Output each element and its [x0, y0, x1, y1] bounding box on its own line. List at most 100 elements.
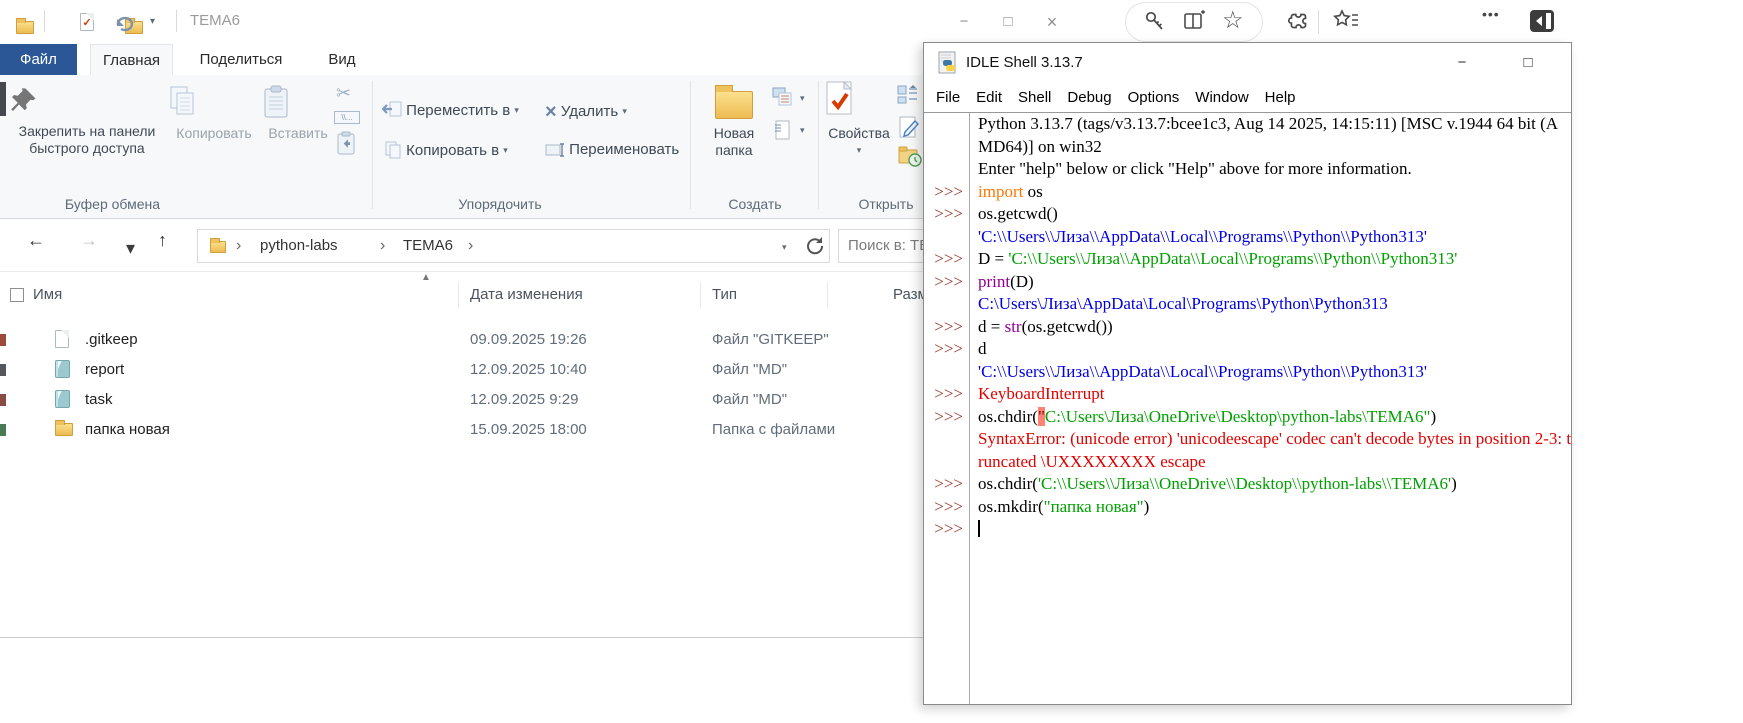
easy-access-icon[interactable] [772, 87, 794, 107]
sidebar-toggle-icon[interactable] [1528, 7, 1556, 35]
copy-path-icon[interactable]: \\... [334, 111, 360, 124]
app-folder-icon [16, 21, 34, 34]
divider [827, 282, 828, 308]
clipboard-icon [262, 85, 334, 119]
file-date-cell: 09.09.2025 19:26 [470, 325, 587, 355]
menu-item-edit[interactable]: Edit [976, 83, 1002, 112]
shell-line-text: print(D) [969, 271, 1034, 294]
nav-history-dropdown-icon[interactable]: ▾ [126, 238, 135, 259]
delete-x-icon: × [545, 101, 557, 123]
shell-line-text: MD64)] on win32 [969, 136, 1102, 159]
split-screen-icon[interactable] [1182, 8, 1206, 34]
tab-share[interactable]: Поделиться [186, 44, 296, 75]
file-type-icon [55, 325, 69, 355]
select-all-checkbox[interactable] [10, 288, 24, 302]
extensions-icon[interactable] [1286, 8, 1312, 34]
shell-text-area[interactable]: Python 3.13.7 (tags/v3.13.7:bcee1c3, Aug… [924, 112, 1571, 704]
favorite-star-icon[interactable]: ☆ [1222, 8, 1244, 34]
breadcrumb-item-python-labs[interactable]: python-labs [260, 230, 338, 262]
properties-button[interactable]: Свойства ▾ [824, 81, 894, 159]
pin-to-quick-access-button[interactable]: Закрепить на панели быстрого доступа [8, 85, 166, 157]
shell-line-text: os.chdir('C:\\Users\\Лиза\\OneDrive\\Des… [969, 473, 1457, 496]
column-header-name[interactable]: Имя [33, 280, 62, 310]
shell-line-text: SyntaxError: (unicode error) 'unicodeesc… [969, 428, 1571, 451]
prompt-gutter-cell: >>> [924, 383, 969, 406]
cut-icon[interactable]: ✂ [336, 83, 351, 104]
copy-to-button[interactable]: Копировать в ▾ [382, 141, 508, 159]
background-window-sliver [0, 82, 6, 116]
group-label-new: Создать [700, 196, 810, 212]
column-header-type[interactable]: Тип [712, 280, 737, 310]
explorer-maximize-button[interactable]: □ [992, 8, 1024, 36]
paste-button[interactable]: Вставить [262, 85, 334, 142]
divider [44, 10, 45, 32]
chevron-down-icon: ▾ [503, 145, 508, 155]
browser-toolbar: ☆ Вход ••• [1100, 0, 1743, 44]
up-button[interactable]: ↑ [158, 230, 167, 251]
breadcrumb-item-tema6[interactable]: ТЕМА6 [403, 230, 453, 262]
shell-line-text: d = str(os.getcwd()) [969, 316, 1113, 339]
address-dropdown-icon[interactable]: ▾ [782, 242, 787, 253]
explorer-minimize-button[interactable]: − [948, 8, 980, 36]
shell-line-text: os.mkdir("папка новая") [969, 496, 1149, 519]
file-type-icon [55, 355, 70, 385]
chevron-right-icon: › [468, 230, 473, 262]
menu-item-debug[interactable]: Debug [1067, 83, 1111, 112]
idle-maximize-button[interactable]: □ [1514, 49, 1542, 77]
prompt-gutter-cell [924, 226, 969, 249]
delete-button[interactable]: × Удалить ▾ [545, 101, 627, 124]
browser-menu-dots-icon[interactable]: ••• [1482, 6, 1500, 22]
shell-line: MD64)] on win32 [924, 136, 1571, 159]
chevron-down-icon: ▾ [800, 125, 805, 136]
rename-button[interactable]: Переименовать [545, 141, 679, 158]
text-cursor [978, 520, 980, 537]
copy-button[interactable]: Копировать [168, 85, 260, 142]
shell-lines: Python 3.13.7 (tags/v3.13.7:bcee1c3, Aug… [924, 113, 1571, 541]
column-header-date[interactable]: Дата изменения [470, 280, 583, 310]
shell-line: 'C:\\Users\\Лиза\\AppData\\Local\\Progra… [924, 226, 1571, 249]
new-item-icon[interactable] [774, 119, 792, 141]
favorites-bar-icon[interactable] [1332, 8, 1360, 34]
back-button[interactable]: ← [27, 230, 45, 251]
prompt-gutter-cell: >>> [924, 181, 969, 204]
quick-access-dropdown-icon[interactable]: ▾ [150, 16, 155, 27]
prompt-gutter-cell [924, 361, 969, 384]
group-label-organize: Упорядочить [420, 196, 580, 212]
refresh-icon[interactable] [804, 234, 826, 258]
shell-line: >>> [924, 518, 1571, 541]
shell-line-text: Enter "help" below or click "Help" above… [969, 158, 1412, 181]
tab-file-menu[interactable]: Файл [0, 44, 77, 75]
menu-item-options[interactable]: Options [1128, 83, 1180, 112]
explorer-close-button[interactable]: × [1036, 8, 1068, 36]
shell-line-text: 'C:\\Users\\Лиза\\AppData\\Local\\Progra… [969, 226, 1427, 249]
idle-minimize-button[interactable]: − [1448, 49, 1476, 77]
quick-access-properties-icon[interactable] [80, 13, 94, 31]
pushpin-icon [8, 85, 166, 117]
tab-home[interactable]: Главная [90, 44, 173, 75]
breadcrumb[interactable]: › python-labs › ТЕМА6 › ▾ [197, 229, 830, 263]
password-key-icon[interactable] [1142, 8, 1166, 34]
idle-window-title: IDLE Shell 3.13.7 [966, 54, 1083, 71]
shell-line-text [969, 518, 980, 541]
new-folder-icon [715, 91, 753, 119]
sort-ascending-icon: ▲ [421, 272, 431, 283]
history-icon[interactable] [898, 145, 922, 167]
open-options-icon[interactable] [897, 85, 919, 105]
paste-shortcut-icon[interactable] [336, 131, 356, 155]
menu-item-shell[interactable]: Shell [1018, 83, 1051, 112]
file-name-cell: report [85, 355, 124, 385]
window-title: ТЕМА6 [190, 12, 240, 29]
shell-line-text: import os [969, 181, 1043, 204]
menu-item-window[interactable]: Window [1195, 83, 1248, 112]
forward-button[interactable]: → [80, 230, 98, 251]
tab-view[interactable]: Вид [312, 44, 372, 75]
move-to-button[interactable]: Переместить в ▾ [382, 101, 519, 119]
menu-item-help[interactable]: Help [1265, 83, 1296, 112]
edit-icon[interactable] [898, 115, 920, 139]
new-folder-button[interactable]: Новая папка [700, 83, 768, 159]
menu-item-file[interactable]: File [936, 83, 960, 112]
shell-line: 'C:\\Users\\Лиза\\AppData\\Local\\Progra… [924, 361, 1571, 384]
undo-icon[interactable] [114, 12, 136, 32]
file-type-cell: Файл "MD" [712, 355, 787, 385]
prompt-gutter-cell: >>> [924, 406, 969, 429]
